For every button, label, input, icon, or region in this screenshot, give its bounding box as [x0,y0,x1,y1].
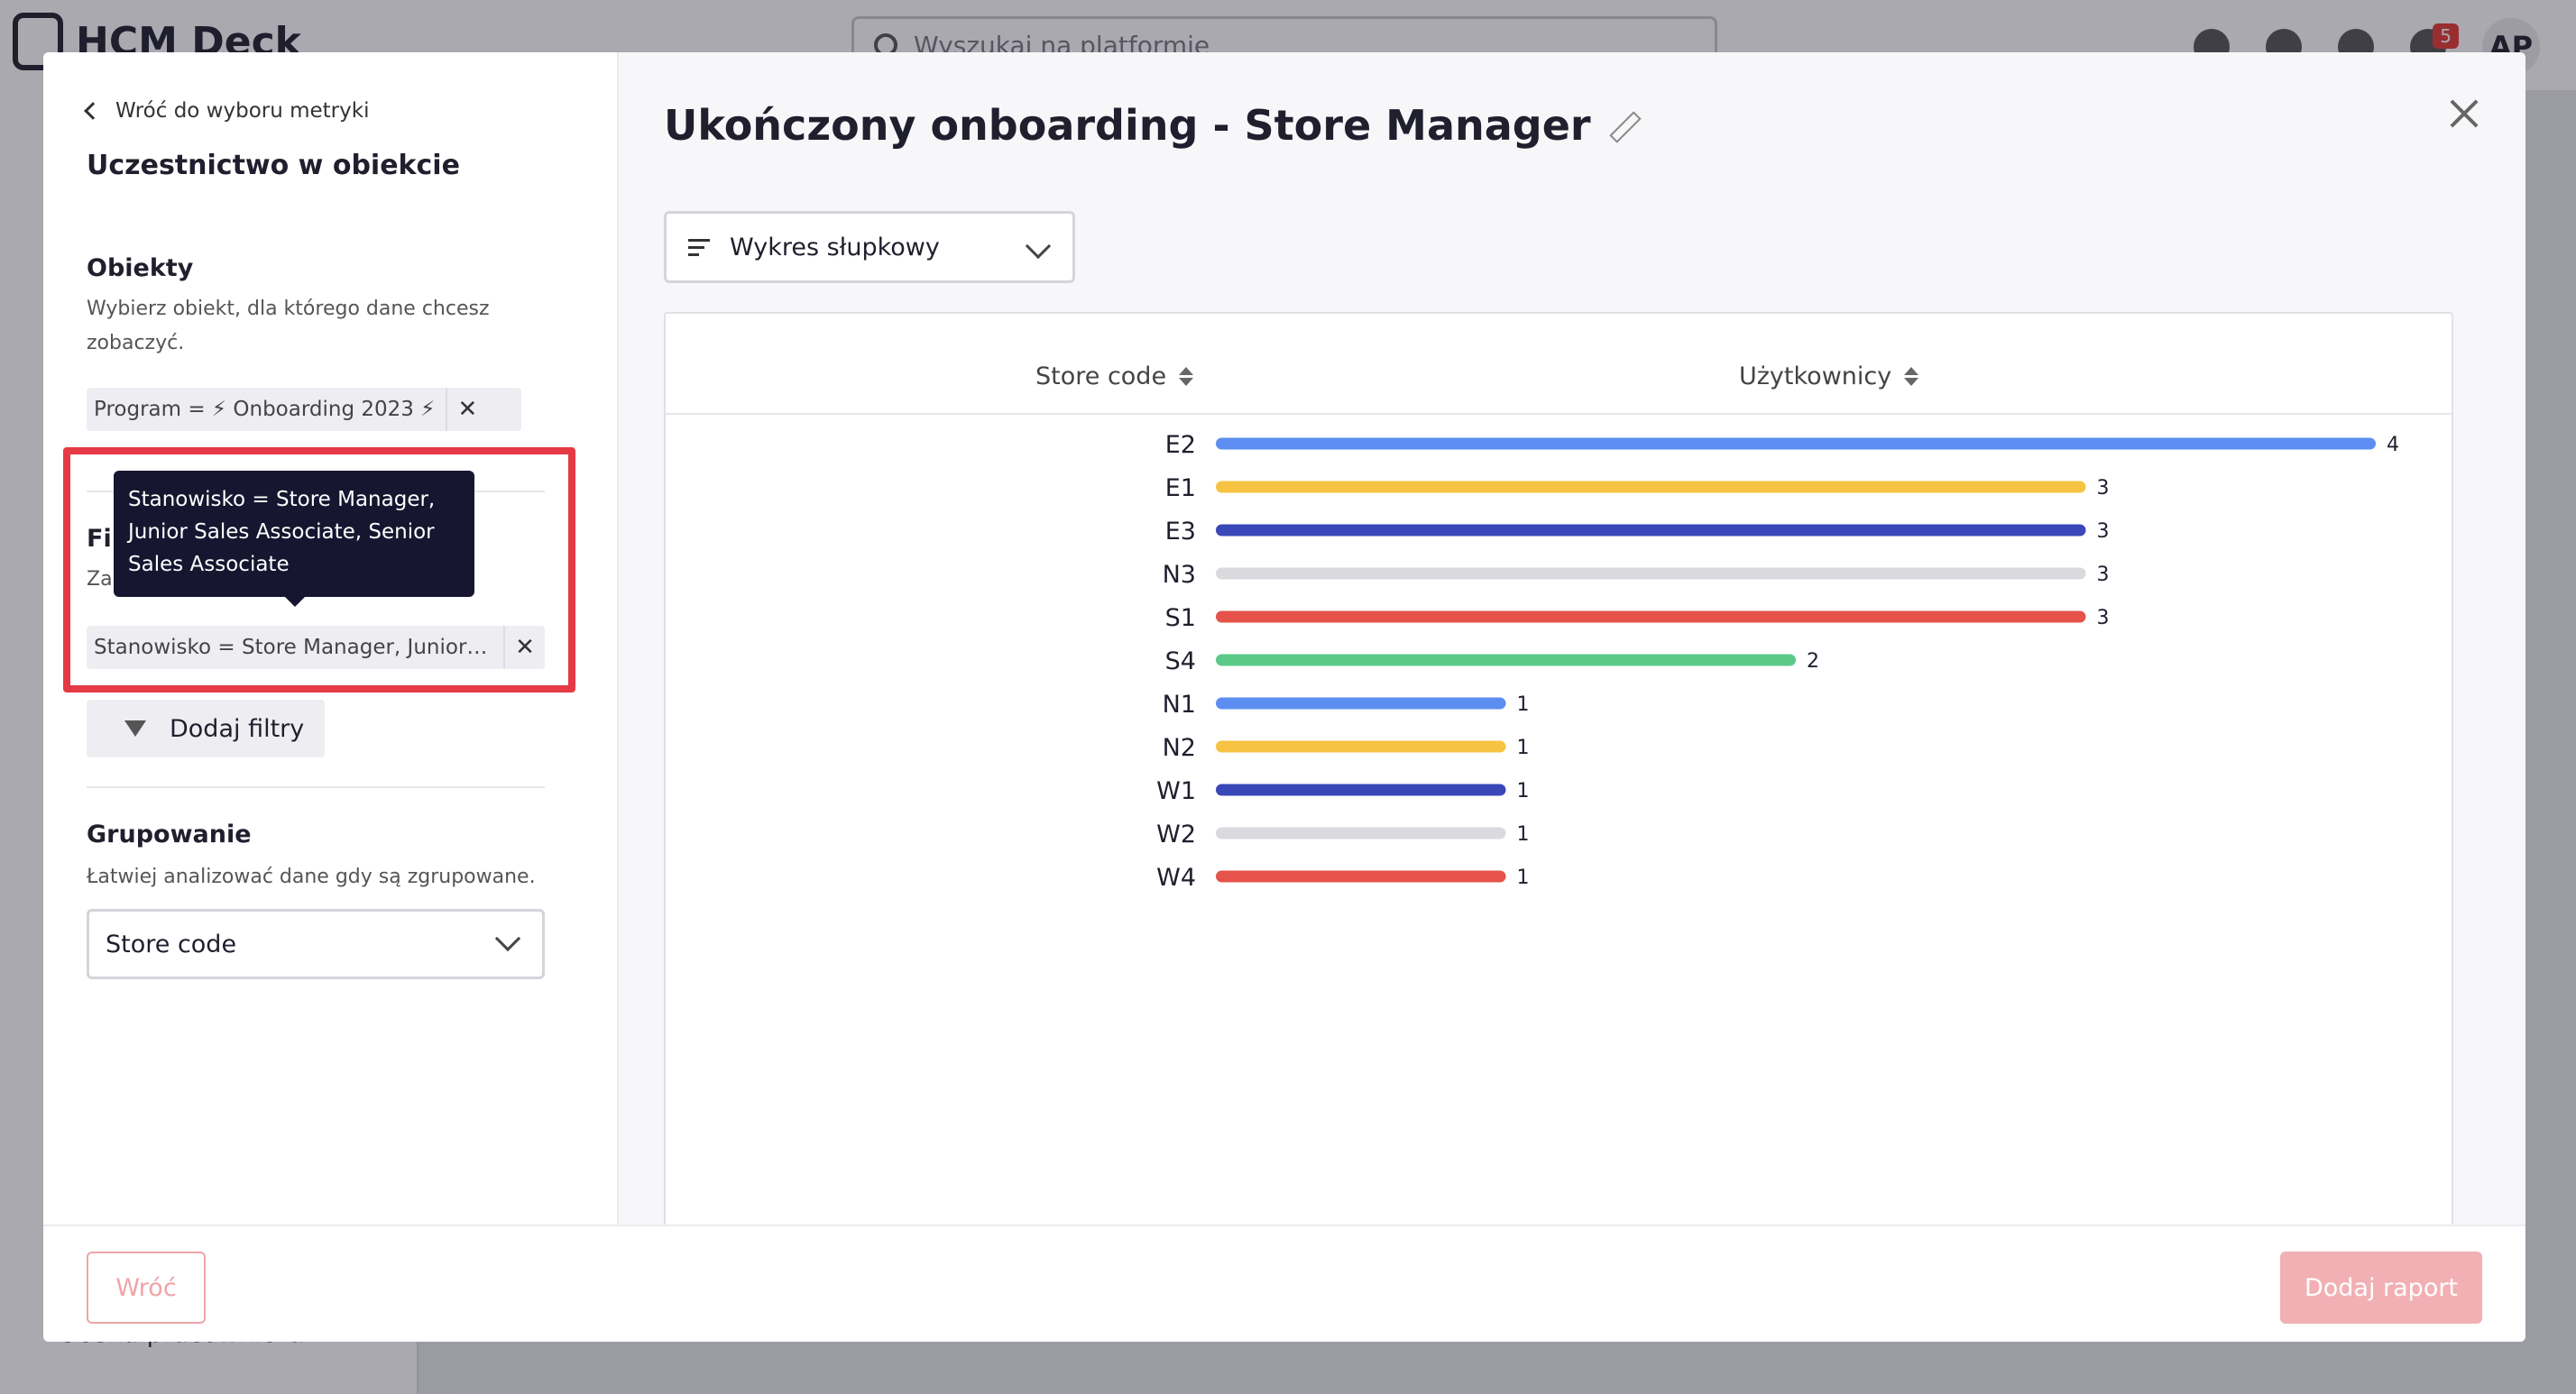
bar-N3[interactable] [1216,567,2086,580]
bar-chart: E2 4 E1 3 E3 3 N3 3 S1 3 S4 2 N1 1 N2 1 W1 1 W2 1 W4 1 [1156,431,2399,892]
chevron-down-icon [1025,233,1052,260]
add-filters-button[interactable]: Dodaj filtry [87,700,325,757]
report-title: Ukończony onboarding - Store Manager [664,101,1638,150]
back-to-metrics-link[interactable]: Wróć do wyboru metryki [84,99,370,123]
object-tag: Program = ⚡ Onboarding 2023 ⚡ ✕ [87,388,521,431]
bar-S1[interactable] [1216,610,2086,623]
bar-E3[interactable] [1216,524,2086,537]
column-header-label: Store code [1035,362,1167,390]
remove-object-button[interactable]: ✕ [446,388,487,431]
metric-title: Uczestnictwo w obiekcie [87,150,460,181]
sort-icon [1904,367,1919,386]
pencil-icon[interactable] [1611,112,1638,139]
value-label: 3 [2097,520,2110,543]
column-header-store-code[interactable]: Store code [1035,362,1194,390]
category-label: W4 [1156,864,1196,892]
column-header-label: Użytkownicy [1739,362,1892,390]
value-label: 2 [1807,650,1819,673]
report-modal: Wróć do wyboru metryki Uczestnictwo w ob… [43,52,2525,1342]
sort-icon [1179,367,1194,386]
add-report-button[interactable]: Dodaj raport [2280,1252,2482,1324]
chevron-left-icon [84,102,102,120]
category-label: E1 [1165,474,1196,502]
chart-card: Store code Użytkownicy E2 4 E1 3 E3 3 N3 3 S1 3 S4… [664,312,2453,1250]
bar-chart-icon [688,238,710,256]
add-filters-label: Dodaj filtry [170,714,305,743]
back-link-label: Wróć do wyboru metryki [115,99,370,123]
bar-N1[interactable] [1216,697,1506,710]
bar-W4[interactable] [1216,870,1506,883]
report-preview-panel: Ukończony onboarding - Store Manager Wyk… [621,52,2525,1250]
bar-S4[interactable] [1216,654,1796,666]
value-label: 3 [2097,477,2110,500]
grouping-title: Grupowanie [87,821,252,848]
column-header-users[interactable]: Użytkownicy [1739,362,1919,390]
back-button[interactable]: Wróć [87,1252,206,1324]
metric-config-panel: Wróć do wyboru metryki Uczestnictwo w ob… [43,52,619,1224]
category-label: W2 [1156,821,1196,848]
bar-N2[interactable] [1216,740,1506,753]
value-label: 1 [1517,780,1530,802]
object-tag-label: Program = ⚡ Onboarding 2023 ⚡ [94,398,436,421]
grouping-description: Łatwiej analizować dane gdy są zgrupowan… [87,866,536,888]
value-label: 4 [2387,434,2399,456]
tooltip-arrow [283,595,307,607]
category-label: N2 [1163,734,1196,762]
category-label: S1 [1165,604,1196,632]
category-label: N3 [1163,561,1196,589]
chart-type-value: Wykres słupkowy [730,233,940,261]
filter-icon [124,720,146,737]
bar-E1[interactable] [1216,481,2086,493]
grouping-selected-value: Store code [106,930,237,958]
modal-footer: Wróć Dodaj raport [43,1224,2525,1342]
value-label: 1 [1517,867,1530,889]
chart-type-select[interactable]: Wykres słupkowy [664,211,1075,283]
bar-W2[interactable] [1216,827,1506,839]
report-title-text: Ukończony onboarding - Store Manager [664,101,1591,150]
category-label: W1 [1156,777,1196,805]
grouping-select[interactable]: Store code [87,909,545,979]
close-icon[interactable] [2446,96,2482,132]
category-label: E3 [1165,518,1196,546]
category-label: S4 [1165,647,1196,675]
chevron-down-icon [494,925,521,952]
value-label: 3 [2097,607,2110,629]
category-label: E2 [1165,431,1196,459]
value-label: 1 [1517,693,1530,716]
value-label: 1 [1517,823,1530,846]
value-label: 1 [1517,737,1530,759]
objects-description: Wybierz obiekt, dla którego dane chcesz … [87,298,490,354]
category-label: N1 [1163,691,1196,719]
bar-W1[interactable] [1216,784,1506,796]
objects-title: Obiekty [87,254,194,282]
value-label: 3 [2097,564,2110,586]
bar-E2[interactable] [1216,437,2376,450]
filter-tooltip: Stanowisko = Store Manager, Junior Sales… [114,471,474,597]
divider [87,786,545,788]
